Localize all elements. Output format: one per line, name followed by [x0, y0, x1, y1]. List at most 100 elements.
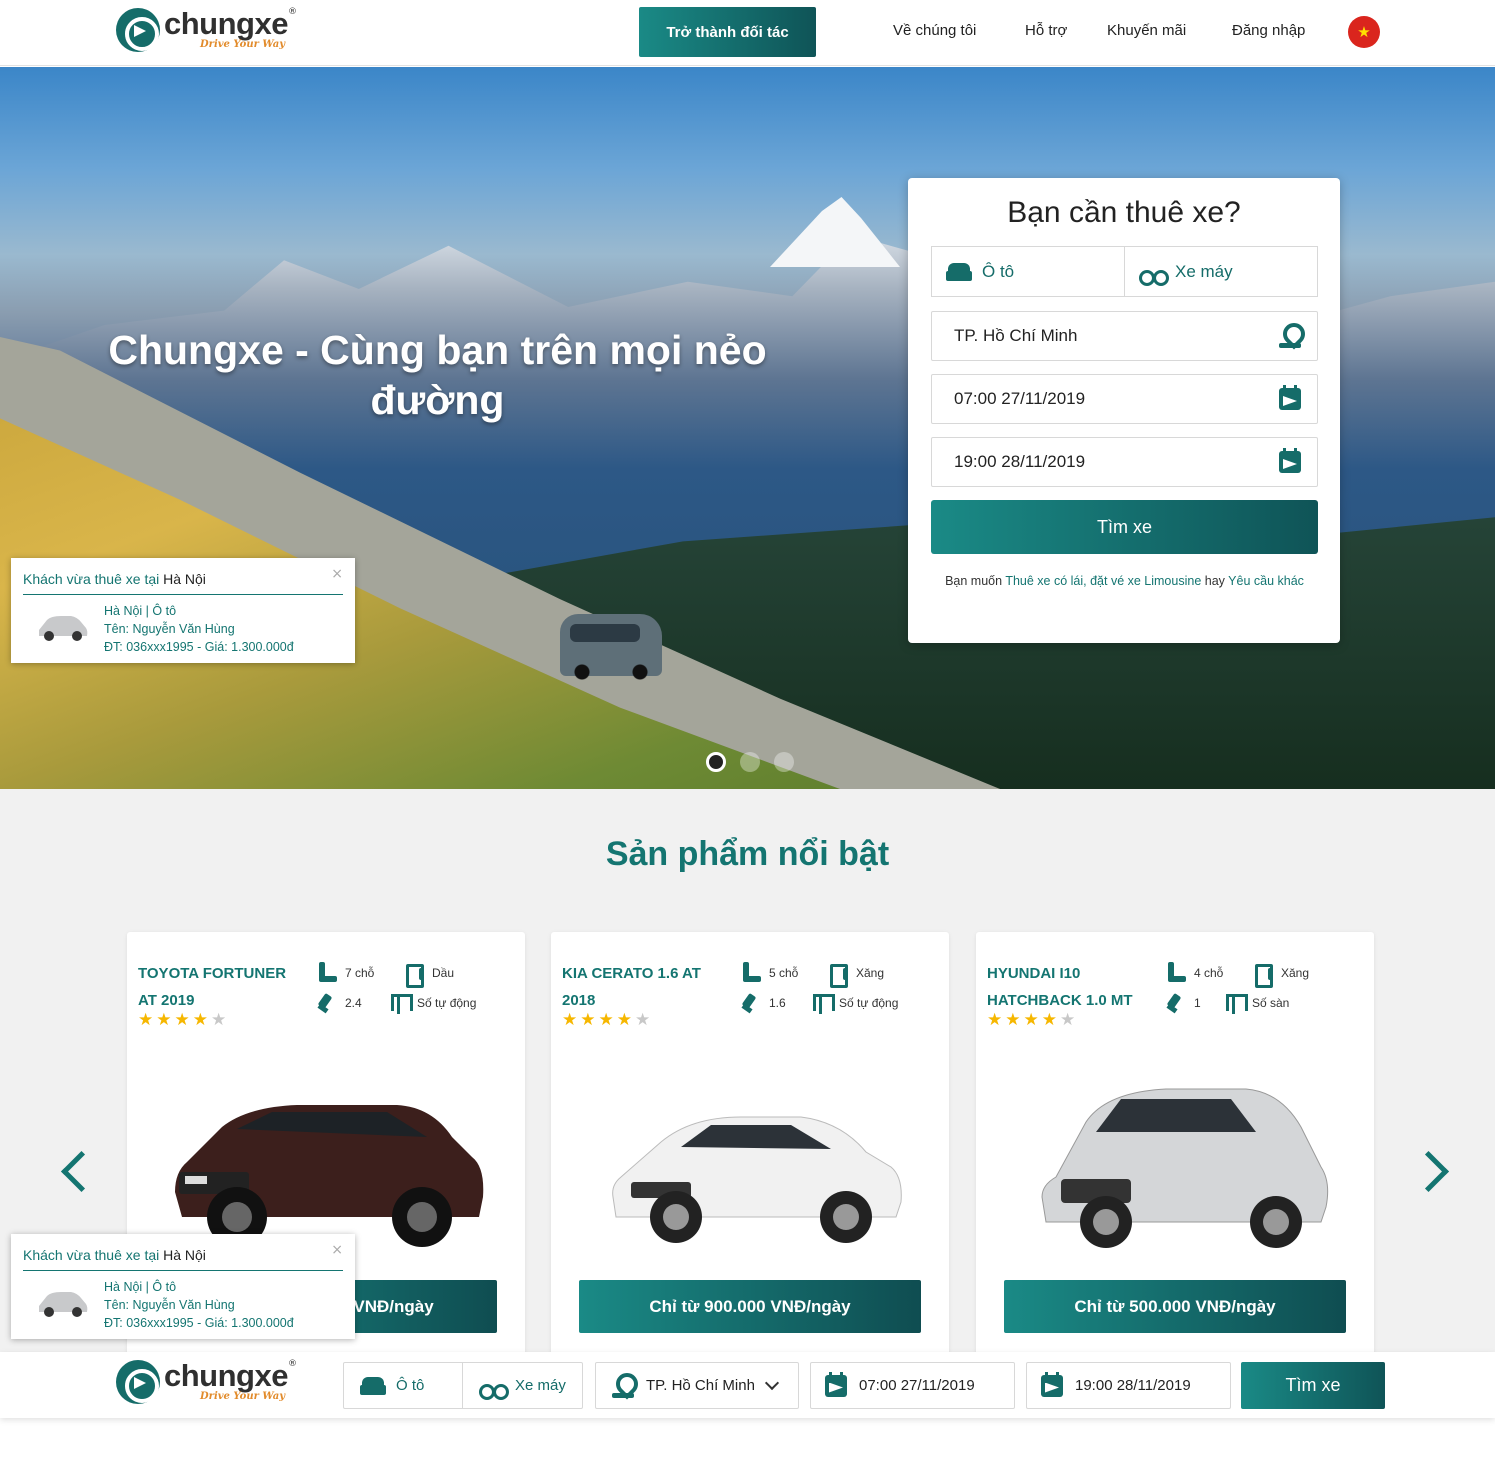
vietnam-flag-icon[interactable]: ★ — [1348, 16, 1380, 48]
start-date-field[interactable]: 07:00 27/11/2019 — [931, 374, 1318, 424]
star-filled-icon: ★ — [192, 1010, 211, 1030]
fuel-value: Xăng — [856, 966, 885, 980]
logo-mark-icon — [116, 1360, 160, 1404]
bar-type-car[interactable]: Ô tô — [344, 1363, 462, 1408]
nav-login[interactable]: Đăng nhập — [1232, 22, 1305, 39]
price-button[interactable]: Chỉ từ 900.000 VNĐ/ngày — [579, 1280, 921, 1333]
toast-city: Hà Nội — [163, 571, 206, 587]
gearbox-value: Số tự động — [839, 996, 899, 1010]
hero-van — [560, 614, 662, 680]
star-empty-icon: ★ — [635, 1010, 654, 1030]
star-filled-icon: ★ — [562, 1010, 581, 1030]
car-name: KIA CERATO 1.6 AT 2018 — [562, 965, 701, 1009]
nav-support[interactable]: Hỗ trợ — [1025, 22, 1067, 39]
gearbox-value: Số sàn — [1252, 996, 1290, 1010]
gearbox-value: Số tự động — [417, 996, 477, 1010]
calendar-icon — [825, 1371, 847, 1397]
logo[interactable]: chungxe® Drive Your Way — [116, 8, 297, 52]
logo-name: chungxe — [164, 6, 288, 41]
bar-start-date[interactable]: 07:00 27/11/2019 — [810, 1362, 1015, 1409]
search-note: Bạn muốn Thuê xe có lái, đặt vé xe Limou… — [926, 568, 1323, 595]
nav-about[interactable]: Về chúng tôi — [893, 22, 976, 39]
toast-heading: Khách vừa thuê xe tại Hà Nội — [23, 571, 206, 587]
end-date-value: 19:00 28/11/2019 — [954, 452, 1086, 471]
recent-rental-toast: Khách vừa thuê xe tại Hà Nội × Hà Nội | … — [11, 558, 355, 663]
spec-seats: 7 chỗ — [317, 962, 374, 984]
bar-type-moto[interactable]: Xe máy — [462, 1363, 582, 1408]
note-prefix: Bạn muốn — [945, 574, 1006, 588]
logo-tagline: Drive Your Way — [200, 1391, 286, 1402]
chauffeur-limousine-link[interactable]: Thuê xe có lái, đặt vé xe Limousine — [1005, 574, 1201, 588]
engine-value: 1 — [1194, 996, 1201, 1010]
seat-icon — [1166, 962, 1186, 984]
star-filled-icon: ★ — [1005, 1010, 1024, 1030]
seat-icon — [741, 962, 761, 984]
rating-stars: ★★★★★ — [138, 1010, 229, 1030]
seats-value: 4 chỗ — [1194, 966, 1224, 980]
slider-dot-3[interactable] — [774, 752, 794, 772]
logo[interactable]: chungxe® Drive Your Way — [116, 1360, 297, 1404]
logo-reg: ® — [287, 1359, 297, 1369]
spec-fuel: Xăng — [1253, 962, 1309, 988]
car-card-i10[interactable]: HYUNDAI I10 HATCHBACK 1.0 MT 4 chỗ Xăng … — [976, 932, 1374, 1362]
car-name: TOYOTA FORTUNER AT 2019 — [138, 965, 287, 1009]
gearbox-icon — [1224, 992, 1248, 1014]
toast-heading: Khách vừa thuê xe tại Hà Nội — [23, 1247, 206, 1263]
rating-stars: ★★★★★ — [987, 1010, 1078, 1030]
logo-reg: ® — [287, 7, 297, 17]
bar-end-value: 19:00 28/11/2019 — [1075, 1377, 1191, 1394]
toast-line2: Tên: Nguyễn Văn Hùng — [104, 622, 235, 636]
vehicle-type-selector: Ô tô Xe máy — [931, 246, 1318, 297]
bar-city-value: TP. Hồ Chí Minh — [646, 1377, 755, 1394]
toast-info: Hà Nội | Ô tô Tên: Nguyễn Văn Hùng ĐT: 0… — [104, 602, 294, 656]
close-icon[interactable]: × — [331, 1242, 343, 1258]
motorbike-icon — [479, 1376, 509, 1400]
car-image-hatchback — [1041, 1088, 1329, 1248]
star-filled-icon: ★ — [598, 1010, 617, 1030]
type-moto-option[interactable]: Xe máy — [1124, 247, 1317, 296]
bar-find-car-button[interactable]: Tìm xe — [1241, 1362, 1385, 1409]
carousel-prev-arrow-icon[interactable] — [55, 1150, 85, 1194]
sticky-search-bar: chungxe® Drive Your Way Ô tô Xe máy TP. … — [0, 1352, 1495, 1418]
type-moto-label: Xe máy — [1175, 261, 1233, 281]
bar-city-select[interactable]: TP. Hồ Chí Minh — [595, 1362, 799, 1409]
engine-value: 1.6 — [769, 996, 786, 1010]
calendar-icon — [1279, 385, 1301, 410]
star-filled-icon: ★ — [174, 1010, 193, 1030]
nav-promotions[interactable]: Khuyến mãi — [1107, 22, 1186, 39]
type-car-option[interactable]: Ô tô — [932, 247, 1124, 296]
engine-icon — [1166, 992, 1186, 1014]
carousel-next-arrow-icon[interactable] — [1418, 1150, 1448, 1194]
hero-snow-peak — [770, 197, 900, 267]
toast-car-icon — [39, 1292, 88, 1317]
car-icon — [946, 261, 972, 283]
become-partner-button[interactable]: Trở thành đối tác — [639, 7, 816, 57]
spec-gearbox: Số tự động — [811, 992, 898, 1014]
bar-end-date[interactable]: 19:00 28/11/2019 — [1026, 1362, 1231, 1409]
star-empty-icon: ★ — [1060, 1010, 1079, 1030]
start-date-value: 07:00 27/11/2019 — [954, 389, 1086, 408]
star-filled-icon: ★ — [616, 1010, 635, 1030]
motorbike-icon — [1139, 262, 1169, 286]
seats-value: 5 chỗ — [769, 966, 799, 980]
toast-car-icon — [39, 616, 88, 641]
city-field[interactable]: TP. Hồ Chí Minh — [931, 311, 1318, 361]
slider-dot-2[interactable] — [740, 752, 760, 772]
slider-dot-1[interactable] — [706, 752, 726, 772]
bar-vehicle-type: Ô tô Xe máy — [343, 1362, 583, 1409]
price-button[interactable]: Chỉ từ 500.000 VNĐ/ngày — [1004, 1280, 1346, 1333]
car-card-cerato[interactable]: KIA CERATO 1.6 AT 2018 5 chỗ Xăng 1.6 Số… — [551, 932, 949, 1362]
search-card: Bạn cần thuê xe? Ô tô Xe máy TP. Hồ Chí … — [908, 178, 1340, 643]
search-title: Bạn cần thuê xe? — [1007, 196, 1241, 229]
location-pin-icon — [612, 1373, 634, 1399]
spec-engine: 2.4 — [317, 992, 362, 1014]
slider-dots — [706, 752, 794, 772]
hero-title: Chungxe - Cùng bạn trên mọi nẻo đường — [108, 327, 767, 423]
end-date-field[interactable]: 19:00 28/11/2019 — [931, 437, 1318, 487]
find-car-button[interactable]: Tìm xe — [931, 500, 1318, 554]
car-icon — [360, 1375, 386, 1397]
close-icon[interactable]: × — [331, 566, 343, 582]
logo-name: chungxe — [164, 1358, 288, 1393]
other-request-link[interactable]: Yêu cầu khác — [1228, 574, 1304, 588]
car-name: HYUNDAI I10 HATCHBACK 1.0 MT — [987, 965, 1133, 1009]
